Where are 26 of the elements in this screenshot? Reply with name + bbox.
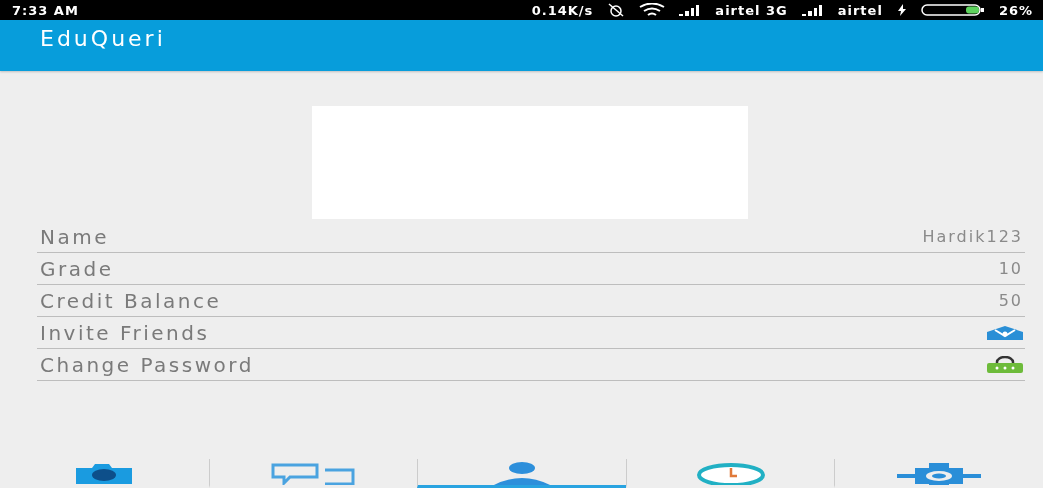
alarm-off-icon [607,3,626,17]
row-value: Hardik123 [922,227,1023,246]
status-time: 7:33 AM [12,2,79,18]
app-title: EduQueri [40,26,166,53]
row-value: 10 [998,259,1023,278]
row-label: Invite Friends [40,320,210,345]
signal-icon [801,4,824,16]
chat-icon [270,462,357,485]
battery-percent: 26% [998,2,1033,18]
row-label: Change Password [40,352,254,377]
row-label: Grade [40,256,114,281]
carrier-name: airtel 3G [715,2,788,18]
carrier-name: airtel [837,2,883,18]
charging-icon [896,4,907,16]
camera-icon [74,462,135,484]
padlock-icon [987,356,1023,373]
bottom-tab[interactable] [417,459,626,488]
wifi-icon [639,3,666,17]
row-value: 50 [998,291,1023,310]
row-label: Name [40,224,109,249]
envelope-icon [987,325,1023,340]
battery-icon [920,4,985,16]
signal-icon [679,4,702,16]
row-label: Credit Balance [40,288,222,313]
network-speed: 0.14K/s [531,2,594,18]
clock-icon [695,462,766,485]
